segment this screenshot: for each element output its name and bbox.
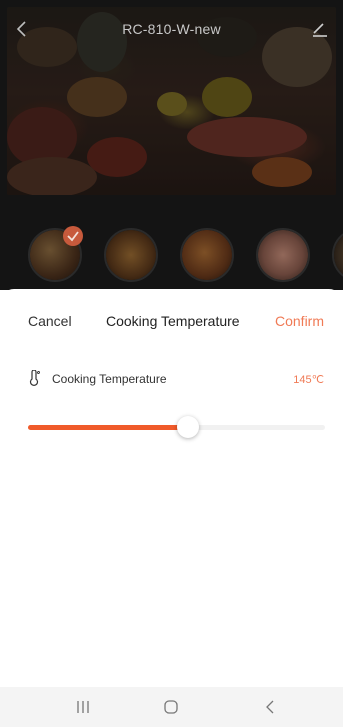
edit-icon bbox=[313, 23, 327, 37]
device-title: RC-810-W-new bbox=[122, 21, 221, 37]
back-icon bbox=[266, 700, 274, 714]
home-button[interactable] bbox=[163, 697, 179, 717]
recents-button[interactable] bbox=[76, 697, 90, 717]
recipe-thumb[interactable] bbox=[104, 228, 158, 282]
recents-icon bbox=[77, 701, 89, 713]
home-icon bbox=[164, 700, 178, 714]
temperature-label: Cooking Temperature bbox=[52, 372, 167, 386]
temperature-slider[interactable] bbox=[28, 416, 325, 438]
slider-thumb[interactable] bbox=[177, 416, 199, 438]
thermometer-icon bbox=[28, 369, 42, 386]
hero-area: RC-810-W-new bbox=[0, 0, 343, 290]
recipe-thumb[interactable] bbox=[180, 228, 234, 282]
selected-check-icon bbox=[63, 226, 83, 246]
confirm-button[interactable]: Confirm bbox=[275, 313, 324, 329]
recipe-thumb[interactable] bbox=[332, 228, 343, 282]
cancel-button[interactable]: Cancel bbox=[28, 313, 72, 329]
temperature-sheet: Cancel Cooking Temperature Confirm Cooki… bbox=[0, 289, 343, 687]
slider-fill bbox=[28, 425, 188, 430]
back-nav-button[interactable] bbox=[264, 697, 276, 717]
recipe-thumb[interactable] bbox=[256, 228, 310, 282]
sheet-title: Cooking Temperature bbox=[106, 313, 240, 329]
system-nav-bar bbox=[0, 687, 343, 727]
recipe-carousel bbox=[0, 228, 343, 290]
edit-button[interactable] bbox=[311, 20, 329, 38]
temperature-value: 145℃ bbox=[293, 374, 324, 386]
